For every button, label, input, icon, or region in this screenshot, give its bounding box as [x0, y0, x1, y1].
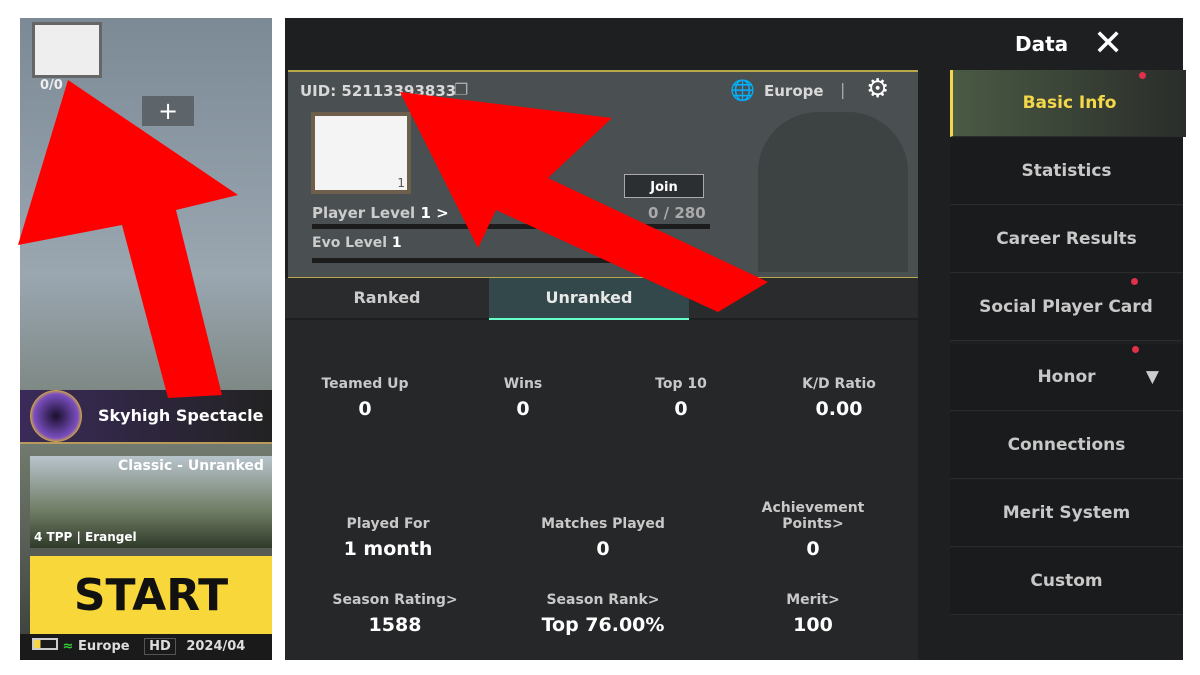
- red-arrow-right: [400, 92, 768, 312]
- red-arrow-left: [18, 80, 238, 398]
- red-arrows-overlay: [18, 80, 768, 398]
